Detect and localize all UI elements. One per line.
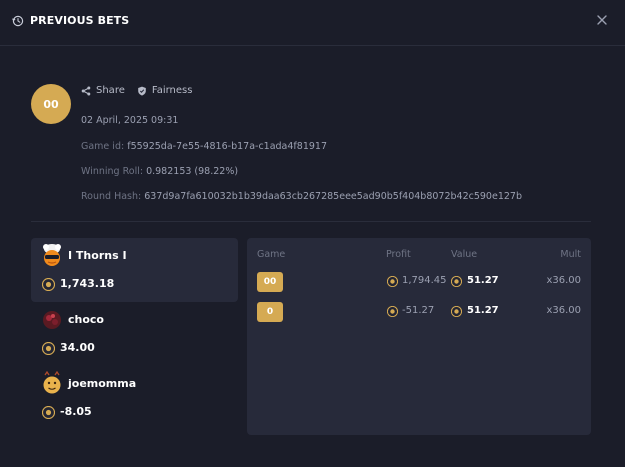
player-amount: 34.00	[60, 341, 95, 354]
coin-icon	[42, 406, 55, 419]
table-row: 0 -51.27 51.27 x36.00	[247, 301, 591, 323]
result-badge: 00	[31, 84, 71, 124]
player-name: choco	[68, 313, 104, 326]
bets-table: Game Profit Value Mult 00 1,794.45 51.27…	[247, 238, 591, 435]
round-date: 02 April, 2025 09:31	[81, 115, 179, 126]
player-amount: -8.05	[60, 405, 92, 418]
game-id-row: Game id: f55925da-7e55-4816-b17a-c1ada4f…	[81, 141, 327, 152]
player-list: I Thorns I 1,743.18 choco 34.00 joemomma…	[31, 238, 238, 430]
game-chip: 0	[257, 302, 283, 322]
coin-icon	[42, 342, 55, 355]
close-icon[interactable]	[595, 13, 609, 27]
bet-value: 51.27	[467, 305, 499, 316]
round-hash-label: Round Hash:	[81, 191, 142, 202]
bet-multiplier: x36.00	[546, 275, 581, 286]
avatar	[43, 311, 61, 329]
coin-icon	[387, 276, 398, 287]
column-header-mult: Mult	[560, 249, 581, 260]
round-hash-value: 637d9a7fa610032b1b39daa63cb267285eee5ad9…	[144, 191, 522, 202]
player-name: joemomma	[68, 377, 137, 390]
coin-icon	[451, 306, 462, 317]
player-amount: 1,743.18	[60, 277, 115, 290]
coin-icon	[387, 306, 398, 317]
winning-roll-label: Winning Roll:	[81, 166, 144, 177]
avatar	[43, 371, 61, 394]
share-icon	[81, 86, 91, 95]
bet-multiplier: x36.00	[546, 305, 581, 316]
winning-roll-value: 0.982153 (98.22%)	[146, 166, 239, 177]
column-header-profit: Profit	[386, 249, 411, 260]
coin-icon	[42, 278, 55, 291]
player-name: I Thorns I	[68, 249, 127, 262]
previous-bets-modal: PREVIOUS BETS 00 Share Fairness 02 April…	[0, 0, 625, 467]
player-item[interactable]: joemomma -8.05	[31, 366, 238, 430]
share-link[interactable]: Share	[81, 85, 125, 96]
fairness-link[interactable]: Fairness	[137, 85, 193, 96]
coin-icon	[451, 276, 462, 287]
column-header-game: Game	[257, 249, 286, 260]
player-item[interactable]: choco 34.00	[31, 302, 238, 366]
winning-roll-row: Winning Roll: 0.982153 (98.22%)	[81, 166, 238, 177]
bet-profit: -51.27	[402, 305, 435, 316]
bet-profit: 1,794.45	[402, 275, 447, 286]
column-header-value: Value	[451, 249, 478, 260]
bet-value: 51.27	[467, 275, 499, 286]
game-id-label: Game id:	[81, 141, 125, 152]
game-id-value: f55925da-7e55-4816-b17a-c1ada4f81917	[127, 141, 327, 152]
table-row: 00 1,794.45 51.27 x36.00	[247, 271, 591, 293]
share-label: Share	[96, 85, 125, 96]
fairness-label: Fairness	[151, 85, 193, 96]
history-icon	[12, 15, 24, 27]
player-item[interactable]: I Thorns I 1,743.18	[31, 238, 238, 302]
modal-header: PREVIOUS BETS	[0, 0, 625, 46]
modal-title: PREVIOUS BETS	[30, 14, 130, 27]
game-chip: 00	[257, 272, 283, 292]
divider	[31, 221, 591, 222]
round-hash-row: Round Hash: 637d9a7fa610032b1b39daa63cb2…	[81, 191, 522, 202]
shield-check-icon	[138, 86, 146, 95]
avatar	[43, 244, 61, 266]
round-links: Share Fairness	[81, 85, 204, 96]
